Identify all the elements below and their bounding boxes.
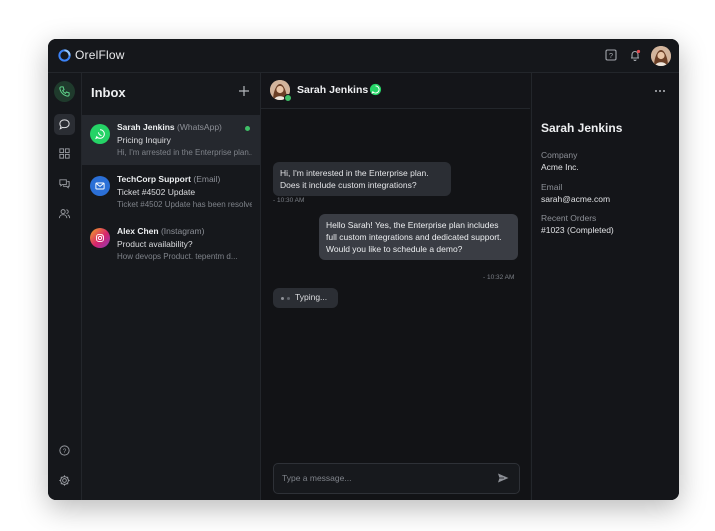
grid-icon bbox=[59, 148, 70, 159]
conversation-name: TechCorp Support (Email) bbox=[117, 174, 220, 184]
phone-button[interactable] bbox=[54, 81, 75, 102]
chat-contact-name: Sarah Jenkins bbox=[297, 84, 369, 96]
conversation-preview: How devops Product. tepentm d... bbox=[117, 252, 238, 261]
inbox-title: Inbox bbox=[91, 85, 126, 100]
logo-icon bbox=[58, 49, 71, 62]
app-name: OrelFlow bbox=[75, 48, 125, 62]
typing-label: Typing... bbox=[295, 292, 328, 302]
messages-icon bbox=[59, 179, 70, 189]
recent-orders-label: Recent Orders bbox=[541, 213, 597, 223]
message-input[interactable] bbox=[282, 471, 482, 485]
conversation-item[interactable]: TechCorp Support (Email) Ticket #4502 Up… bbox=[82, 167, 260, 217]
email-value[interactable]: sarah@acme.com bbox=[541, 194, 610, 204]
phone-icon bbox=[59, 86, 70, 97]
typing-dot bbox=[287, 297, 290, 300]
instagram-icon bbox=[90, 228, 110, 248]
svg-text:?: ? bbox=[63, 448, 67, 455]
conversation-source: (Instagram) bbox=[160, 226, 205, 236]
typing-indicator: Typing... bbox=[273, 288, 338, 308]
outgoing-message: Hello Sarah! Yes, the Enterprise plan in… bbox=[319, 214, 518, 260]
conversation-subject: Ticket #4502 Update bbox=[117, 187, 196, 197]
more-icon[interactable] bbox=[654, 89, 666, 93]
message-timestamp: - 10:32 AM bbox=[483, 274, 515, 281]
settings-button[interactable] bbox=[54, 470, 75, 491]
contact-name: Sarah Jenkins bbox=[117, 122, 175, 132]
chat-button[interactable] bbox=[54, 114, 75, 135]
conversation-name: Alex Chen (Instagram) bbox=[117, 226, 204, 236]
conversation-source: (WhatsApp) bbox=[177, 122, 222, 132]
conversation-preview: Ticket #4502 Update has been resolved... bbox=[117, 200, 252, 209]
contact-name: Alex Chen bbox=[117, 226, 159, 236]
conversation-item[interactable]: Alex Chen (Instagram) Product availabili… bbox=[82, 219, 260, 269]
help-button[interactable]: ? bbox=[54, 440, 75, 461]
message-timestamp: - 10:30 AM bbox=[273, 197, 305, 204]
inbox-panel: Inbox Sarah Jenkins (WhatsApp) Pricing I… bbox=[82, 73, 261, 500]
chat-header: Sarah Jenkins bbox=[261, 73, 530, 109]
unread-indicator bbox=[245, 126, 250, 131]
settings-icon bbox=[59, 475, 70, 486]
conversation-subject: Product availability? bbox=[117, 239, 193, 249]
help-icon: ? bbox=[59, 445, 70, 456]
message-composer bbox=[273, 463, 520, 494]
messages-button[interactable] bbox=[54, 173, 75, 194]
users-icon bbox=[58, 209, 71, 219]
email-label: Email bbox=[541, 182, 563, 192]
users-button[interactable] bbox=[54, 203, 75, 224]
online-status-indicator bbox=[284, 94, 292, 102]
company-label: Company bbox=[541, 150, 578, 160]
conversation-item[interactable]: Sarah Jenkins (WhatsApp) Pricing Inquiry… bbox=[82, 115, 260, 165]
incoming-message: Hi, I'm interested in the Enterprise pla… bbox=[273, 162, 451, 196]
svg-text:?: ? bbox=[609, 51, 613, 60]
plus-icon[interactable] bbox=[237, 84, 251, 98]
chat-icon bbox=[59, 119, 70, 130]
whatsapp-icon bbox=[90, 124, 110, 144]
email-icon bbox=[90, 176, 110, 196]
conversation-name: Sarah Jenkins (WhatsApp) bbox=[117, 122, 222, 132]
company-value: Acme Inc. bbox=[541, 162, 579, 172]
conversation-source: (Email) bbox=[193, 174, 221, 184]
chat-panel: Sarah Jenkins Hi, I'm interested in the … bbox=[261, 73, 530, 500]
help-icon[interactable]: ? bbox=[604, 48, 618, 62]
conversation-subject: Pricing Inquiry bbox=[117, 135, 171, 145]
conversation-preview: Hi, I'm arrested in the Enterprise plan.… bbox=[117, 148, 252, 157]
details-contact-name: Sarah Jenkins bbox=[541, 121, 623, 135]
send-icon[interactable] bbox=[496, 471, 510, 485]
contact-name: TechCorp Support bbox=[117, 174, 191, 184]
typing-dot bbox=[281, 297, 284, 300]
user-avatar[interactable] bbox=[651, 46, 671, 66]
top-bar: OrelFlow ? bbox=[48, 39, 679, 73]
left-rail: ? bbox=[48, 73, 82, 500]
recent-order-item[interactable]: #1023 (Completed) bbox=[541, 225, 614, 235]
grid-button[interactable] bbox=[54, 143, 75, 164]
contact-details-panel: Sarah Jenkins Company Acme Inc. Email sa… bbox=[531, 73, 679, 500]
app-window: OrelFlow ? ? Inbox Sarah Jenkins (WhatsA… bbox=[48, 39, 679, 500]
whatsapp-icon bbox=[369, 83, 382, 96]
bell-icon[interactable] bbox=[628, 48, 642, 62]
